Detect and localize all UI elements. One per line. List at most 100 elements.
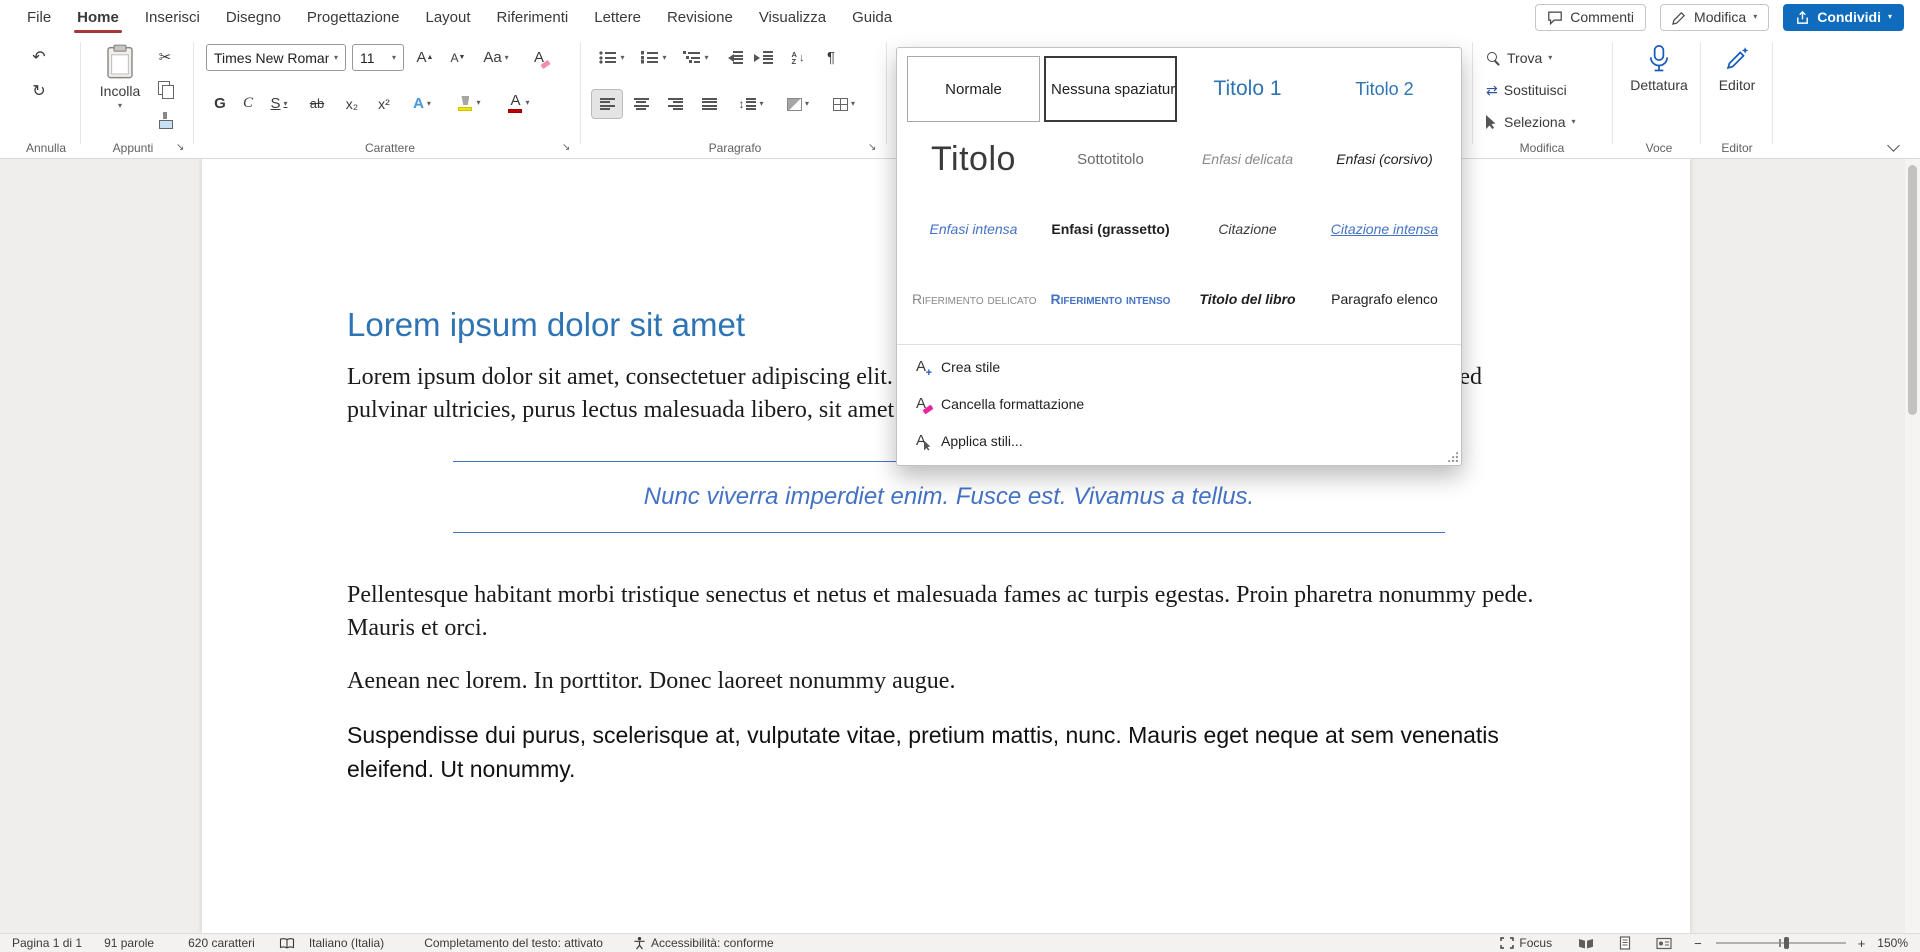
tab-file[interactable]: File	[14, 0, 64, 34]
text-effects-button[interactable]: A ▾	[404, 90, 440, 117]
grow-font-button[interactable]: A▲	[410, 44, 440, 71]
tab-riferimenti[interactable]: Riferimenti	[484, 0, 582, 34]
word-count[interactable]: 91 parole	[104, 936, 154, 950]
style-item-titolo-del-libro[interactable]: Titolo del libro	[1181, 266, 1314, 332]
style-item-paragrafo-elenco[interactable]: Paragrafo elenco	[1318, 266, 1451, 332]
highlight-button[interactable]: ▾	[448, 88, 490, 118]
tab-layout[interactable]: Layout	[413, 0, 484, 34]
multilevel-list-button[interactable]: ▾	[678, 44, 714, 71]
vertical-scrollbar[interactable]	[1905, 159, 1920, 933]
tab-progettazione[interactable]: Progettazione	[294, 0, 413, 34]
style-item-enfasi-delicata[interactable]: Enfasi delicata	[1181, 126, 1314, 192]
align-center-button[interactable]	[626, 90, 656, 118]
justify-button[interactable]	[694, 90, 724, 118]
style-item-titolo-1[interactable]: Titolo 1	[1181, 56, 1314, 122]
style-item-riferimento-intenso[interactable]: Riferimento intenso	[1044, 266, 1177, 332]
undo-button[interactable]: ↶	[24, 44, 54, 70]
line-spacing-button[interactable]: ↕ ▾	[730, 90, 772, 118]
zoom-out-button[interactable]: −	[1690, 936, 1706, 951]
editor-button[interactable]: Editor	[1706, 40, 1768, 93]
style-item-nessuna-spaziatura[interactable]: Nessuna spaziatura	[1044, 56, 1177, 122]
clipboard-dialog-launcher[interactable]: ↘	[176, 143, 184, 153]
style-item-enfasi-grassetto[interactable]: Enfasi (grassetto)	[1044, 196, 1177, 262]
document-paragraph[interactable]: Suspendisse dui purus, scelerisque at, v…	[347, 718, 1527, 786]
comments-button[interactable]: Commenti	[1535, 4, 1646, 31]
document-paragraph[interactable]: Aenean nec lorem. In porttitor. Donec la…	[347, 665, 1545, 698]
cut-button[interactable]: ✂	[152, 44, 178, 70]
focus-mode-button[interactable]: Focus	[1500, 936, 1552, 950]
show-formatting-button[interactable]: ¶	[818, 44, 844, 71]
style-item-riferimento-delicato[interactable]: Riferimento delicato	[907, 266, 1040, 332]
bullets-button[interactable]: ▾	[594, 44, 630, 71]
editing-mode-button[interactable]: Modifica ▾	[1660, 4, 1769, 31]
web-layout-button[interactable]	[1656, 937, 1672, 950]
character-count[interactable]: 620 caratteri	[188, 936, 255, 950]
accessibility-status[interactable]: Accessibilità: conforme	[633, 936, 774, 950]
zoom-in-button[interactable]: +	[1854, 936, 1870, 951]
create-style-item[interactable]: A+ Crea stile	[897, 348, 1461, 385]
tab-home[interactable]: Home	[64, 0, 132, 34]
collapse-ribbon-button[interactable]	[1887, 139, 1900, 152]
text-completion-indicator[interactable]: Completamento del testo: attivato	[424, 936, 603, 950]
bold-button[interactable]: G	[208, 90, 232, 117]
subscript-button[interactable]: x₂	[338, 90, 366, 117]
strikethrough-button[interactable]: ab	[302, 90, 332, 117]
apply-styles-item[interactable]: A Applica stili...	[897, 422, 1461, 459]
tab-disegno[interactable]: Disegno	[213, 0, 294, 34]
align-right-button[interactable]	[660, 90, 690, 118]
decrease-indent-button[interactable]	[720, 44, 746, 71]
style-item-titolo-2[interactable]: Titolo 2	[1318, 56, 1451, 122]
replace-button[interactable]: ⇄ Sostituisci	[1486, 78, 1567, 102]
scrollbar-thumb[interactable]	[1908, 165, 1917, 415]
proofing-status[interactable]	[279, 937, 295, 950]
style-item-titolo[interactable]: Titolo	[907, 126, 1040, 192]
tab-revisione[interactable]: Revisione	[654, 0, 746, 34]
increase-indent-button[interactable]	[750, 44, 776, 71]
redo-button[interactable]: ↻	[24, 78, 54, 104]
zoom-slider[interactable]	[1716, 936, 1846, 950]
font-dialog-launcher[interactable]: ↘	[562, 143, 570, 153]
tab-visualizza[interactable]: Visualizza	[746, 0, 839, 34]
select-button[interactable]: Seleziona ▾	[1486, 110, 1576, 134]
document-intense-quote[interactable]: Nunc viverra imperdiet enim. Fusce est. …	[453, 461, 1445, 533]
print-layout-button[interactable]	[1618, 936, 1632, 950]
zoom-slider-thumb[interactable]	[1784, 937, 1789, 949]
style-item-citazione-intensa[interactable]: Citazione intensa	[1318, 196, 1451, 262]
superscript-button[interactable]: x²	[370, 90, 398, 117]
dictate-button[interactable]: Dettatura	[1622, 40, 1696, 93]
font-color-button[interactable]: A ▾	[498, 88, 540, 118]
style-item-enfasi-corsivo[interactable]: Enfasi (corsivo)	[1318, 126, 1451, 192]
document-paragraph[interactable]: Pellentesque habitant morbi tristique se…	[347, 579, 1545, 645]
tab-inserisci[interactable]: Inserisci	[132, 0, 213, 34]
borders-button[interactable]: ▾	[824, 90, 864, 118]
style-item-enfasi-intensa[interactable]: Enfasi intensa	[907, 196, 1040, 262]
zoom-level[interactable]: 150%	[1877, 936, 1908, 950]
page-indicator[interactable]: Pagina 1 di 1	[12, 936, 82, 950]
font-size-combo[interactable]: 11 ▾	[352, 44, 404, 71]
style-item-sottotitolo[interactable]: Sottotitolo	[1044, 126, 1177, 192]
change-case-button[interactable]: Aa ▾	[476, 44, 516, 71]
align-left-button[interactable]	[592, 90, 622, 118]
numbering-button[interactable]: ▾	[636, 44, 672, 71]
italic-button[interactable]: C	[236, 90, 260, 117]
editing-mode-label: Modifica	[1694, 9, 1746, 25]
language-indicator[interactable]: Italiano (Italia)	[309, 936, 384, 950]
style-item-normale[interactable]: Normale	[907, 56, 1040, 122]
clear-formatting-button[interactable]: A	[524, 44, 554, 71]
read-mode-button[interactable]	[1578, 937, 1594, 950]
paragraph-dialog-launcher[interactable]: ↘	[868, 143, 876, 153]
font-name-combo[interactable]: Times New Roman ▾	[206, 44, 346, 71]
underline-button[interactable]: S ▾	[262, 90, 296, 117]
shrink-font-button[interactable]: A▼	[444, 44, 472, 71]
copy-button[interactable]	[152, 76, 178, 102]
shading-button[interactable]: ▾	[778, 90, 818, 118]
share-button[interactable]: Condividi ▾	[1783, 4, 1904, 31]
find-button[interactable]: Trova ▾	[1486, 46, 1552, 70]
style-item-citazione[interactable]: Citazione	[1181, 196, 1314, 262]
format-painter-button[interactable]	[152, 108, 178, 134]
tab-lettere[interactable]: Lettere	[581, 0, 654, 34]
paste-button[interactable]: Incolla ▾	[92, 40, 148, 110]
tab-guida[interactable]: Guida	[839, 0, 905, 34]
sort-button[interactable]: AZ↓	[782, 44, 814, 71]
clear-formatting-item[interactable]: A Cancella formattazione	[897, 385, 1461, 422]
